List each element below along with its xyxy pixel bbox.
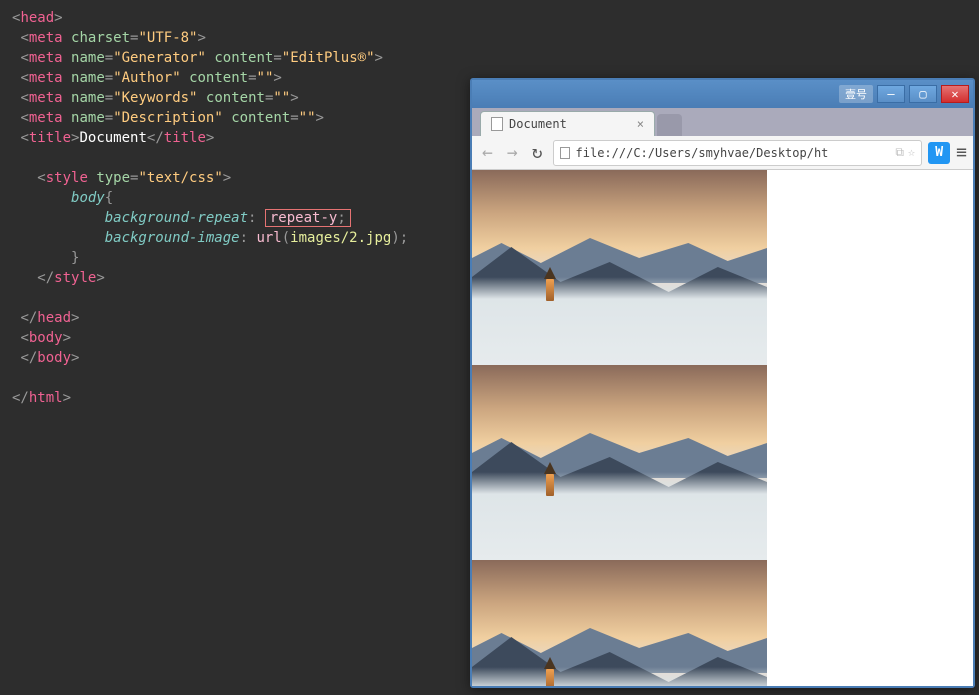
bg-image-tile <box>472 365 767 560</box>
file-icon <box>560 147 570 159</box>
maximize-button[interactable]: ▢ <box>909 85 937 103</box>
address-bar[interactable]: file:///C:/Users/smyhvae/Desktop/ht ⧉ ☆ <box>553 140 923 166</box>
document-icon <box>491 117 503 131</box>
forward-button[interactable]: → <box>503 142 522 163</box>
menu-button[interactable]: ≡ <box>956 142 967 163</box>
devices-icon[interactable]: ⧉ <box>895 145 904 160</box>
address-text: file:///C:/Users/smyhvae/Desktop/ht <box>576 146 829 160</box>
close-window-button[interactable]: ✕ <box>941 85 969 103</box>
browser-window: 壹号 — ▢ ✕ Document × ← → ↻ file:///C:/Use… <box>470 78 975 688</box>
browser-titlebar: 壹号 — ▢ ✕ <box>472 80 973 108</box>
bg-image-tile <box>472 170 767 365</box>
minimize-button[interactable]: — <box>877 85 905 103</box>
tab-title: Document <box>509 117 567 131</box>
browser-tabstrip: Document × <box>472 108 973 136</box>
back-button[interactable]: ← <box>478 142 497 163</box>
ime-label: 壹号 <box>839 85 873 103</box>
reload-button[interactable]: ↻ <box>528 142 547 163</box>
bg-image-tile <box>472 560 767 686</box>
browser-toolbar: ← → ↻ file:///C:/Users/smyhvae/Desktop/h… <box>472 136 973 170</box>
tab-close-button[interactable]: × <box>637 117 644 131</box>
browser-tab[interactable]: Document × <box>480 111 655 136</box>
background-repeat-y-strip <box>472 170 767 686</box>
star-icon[interactable]: ☆ <box>908 145 915 160</box>
new-tab-button[interactable] <box>657 114 682 136</box>
browser-content <box>472 170 973 686</box>
extension-icon[interactable]: W <box>928 142 950 164</box>
